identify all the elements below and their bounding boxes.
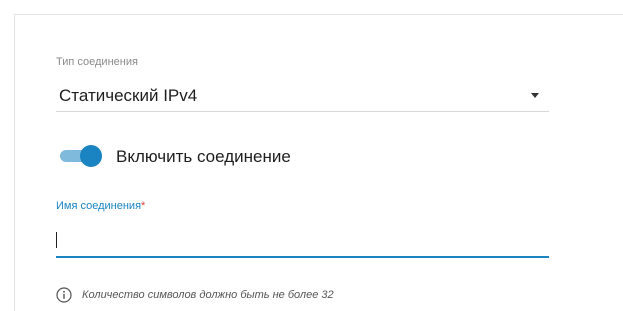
connection-type-label: Тип соединения: [56, 56, 138, 68]
text-cursor: [56, 232, 57, 248]
required-mark: *: [141, 200, 146, 212]
connection-type-select[interactable]: Статический IPv4: [56, 78, 549, 112]
hint-text: Количество символов должно быть не более…: [82, 289, 334, 301]
connection-name-input[interactable]: [56, 224, 549, 258]
enable-connection-toggle[interactable]: [60, 145, 104, 167]
enable-connection-label: Включить соединение: [116, 147, 291, 166]
connection-type-value: Статический IPv4: [59, 86, 198, 105]
chevron-down-icon: [531, 93, 539, 98]
connection-name-label: Имя соединения*: [56, 200, 145, 212]
info-icon: [56, 287, 72, 303]
hint: Количество символов должно быть не более…: [56, 287, 334, 303]
connection-name-label-text: Имя соединения: [56, 200, 142, 212]
toggle-thumb: [80, 145, 102, 167]
